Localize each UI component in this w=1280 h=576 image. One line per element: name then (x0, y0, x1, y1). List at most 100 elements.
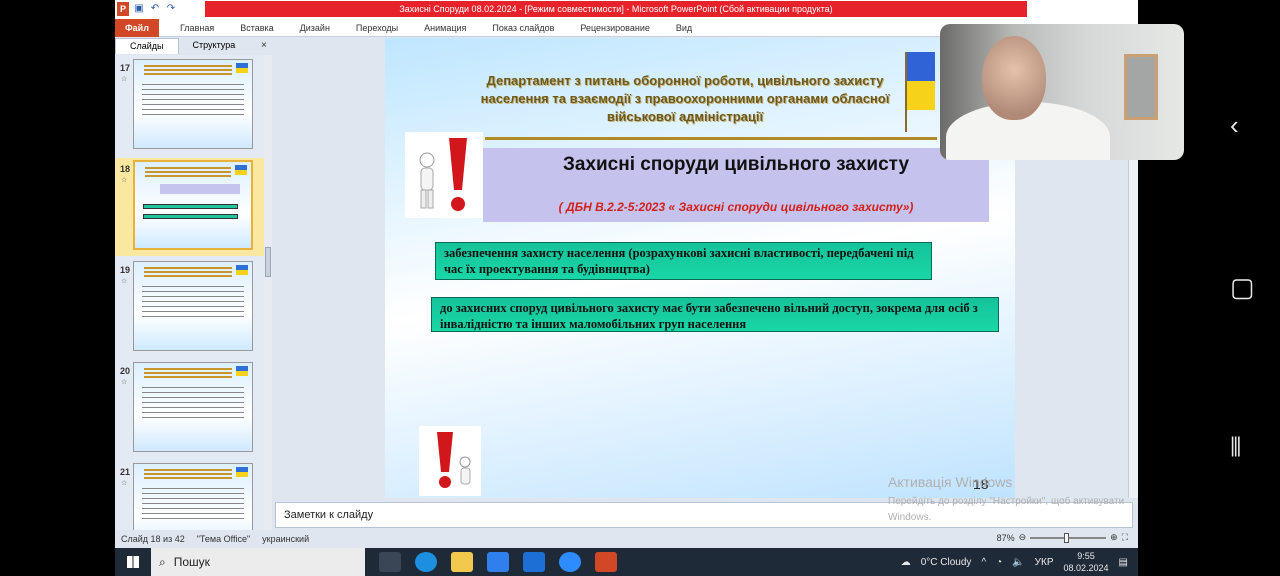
weather-icon[interactable]: ☁ (901, 557, 911, 568)
close-icon[interactable]: × (261, 40, 267, 51)
animation-star-icon: ☆ (121, 76, 128, 83)
edge-icon[interactable] (415, 552, 437, 572)
keyboard-language[interactable]: УКР (1035, 557, 1054, 568)
powerpoint-task-icon[interactable] (595, 552, 617, 572)
clock[interactable]: 9:55 08.02.2024 (1064, 550, 1109, 574)
flag-blue (907, 52, 935, 81)
exclamation-person-image (405, 132, 483, 218)
store-icon[interactable] (487, 552, 509, 572)
thumbnail-scrollbar[interactable] (264, 55, 272, 530)
zoom-slider[interactable] (1030, 532, 1107, 543)
windows-activation-watermark: Активація Windows Перейдіть до розділу "… (888, 474, 1128, 526)
current-slide[interactable]: Департамент з питань оборонної роботи, ц… (385, 38, 1015, 498)
animation-star-icon: ☆ (121, 480, 128, 487)
animation-star-icon: ☆ (121, 379, 128, 386)
weather-text[interactable]: 0°C Cloudy (921, 557, 972, 568)
tab-transitions[interactable]: Переходы (343, 23, 411, 33)
slide-subtitle: ( ДБН В.2.2-5:2023 « Захисні споруди цив… (558, 200, 914, 214)
picture-frame (1124, 54, 1158, 120)
chevron-up-icon[interactable]: ^ (981, 557, 986, 568)
text-box-access[interactable]: до захисних споруд цивільного захисту ма… (431, 297, 999, 332)
thumbnail-slide-19[interactable]: 19 ☆ (115, 259, 265, 357)
undo-icon[interactable]: ↶ (149, 2, 161, 16)
tab-view[interactable]: Вид (663, 23, 705, 33)
recents-icon[interactable]: ⦀ (1230, 432, 1241, 464)
search-label: Пошук (173, 555, 210, 569)
thumbnail-preview (133, 463, 253, 530)
task-view-icon[interactable] (379, 552, 401, 572)
slide-thumbnails: 17 ☆ 18 ☆ 19 ☆ 20 ☆ 21 ☆ (115, 55, 265, 530)
quick-access-toolbar: P ▣ ↶ ↷ (117, 2, 177, 16)
flag-icon (236, 467, 248, 477)
volume-icon[interactable]: 🔈 (1012, 557, 1024, 568)
windows-logo-icon (127, 556, 139, 568)
taskbar-search[interactable]: ⌕ Пошук (151, 548, 365, 576)
title-box[interactable]: Захисні споруди цивільного захисту ( ДБН… (483, 148, 989, 222)
flag-icon (236, 265, 248, 275)
flag-icon (236, 63, 248, 73)
thumbnail-heading (144, 469, 232, 471)
system-tray: ☁ 0°C Cloudy ^ ◔ 🔈 УКР 9:55 08.02.2024 ▤ (901, 548, 1128, 576)
tab-file[interactable]: Файл (115, 18, 159, 37)
slide-counter: Слайд 18 из 42 (121, 534, 185, 544)
letterbox-right (1138, 160, 1208, 576)
thumbnail-slide-18[interactable]: 18 ☆ (115, 158, 265, 256)
thumbnail-heading (144, 267, 232, 269)
windows-taskbar: ⌕ Пошук ☁ 0°C Cloudy ^ ◔ 🔈 УКР 9:55 08.0… (115, 548, 1138, 576)
search-icon: ⌕ (159, 554, 166, 569)
tab-design[interactable]: Дизайн (287, 23, 343, 33)
text-box-protection[interactable]: забезпечення захисту населення (розрахун… (435, 242, 932, 280)
ukraine-flag-icon (905, 52, 935, 132)
tab-outline[interactable]: Структура (179, 38, 250, 54)
thumbnail-text (142, 84, 244, 85)
thumbnail-green-box (143, 214, 238, 219)
save-icon[interactable]: ▣ (133, 2, 145, 16)
thumbnail-number: 20 (120, 366, 131, 376)
flag-yellow (907, 81, 935, 110)
back-icon[interactable]: ‹ (1230, 110, 1239, 141)
powerpoint-logo-icon: P (117, 2, 129, 16)
tab-slideshow[interactable]: Показ слайдов (479, 23, 567, 33)
tab-home[interactable]: Главная (167, 23, 227, 33)
thumbnail-slide-20[interactable]: 20 ☆ (115, 360, 265, 458)
thumbnail-number: 18 (120, 164, 131, 174)
tab-slides[interactable]: Слайды (115, 38, 179, 54)
start-button[interactable] (115, 548, 151, 576)
animation-star-icon: ☆ (121, 177, 128, 184)
thumbnail-number: 19 (120, 265, 131, 275)
thumbnail-text (142, 488, 244, 489)
department-heading: Департамент з питань оборонної роботи, ц… (480, 73, 890, 124)
tab-animation[interactable]: Анимация (411, 23, 479, 33)
zoom-slider-thumb[interactable] (1064, 532, 1070, 543)
theme-name: "Тема Office" (196, 534, 251, 544)
thumbnail-heading (145, 167, 231, 169)
flag-pole (905, 52, 907, 132)
thumbnail-heading (144, 65, 232, 67)
fit-slide-icon[interactable]: ⛶ (1122, 532, 1128, 543)
zoom-out-icon[interactable]: ⊖ (1019, 532, 1027, 543)
thumbnail-text (142, 286, 244, 287)
letterbox-left (0, 0, 115, 576)
zoom-in-icon[interactable]: ⊕ (1110, 532, 1118, 543)
notifications-icon[interactable]: ▤ (1119, 557, 1128, 568)
wifi-icon[interactable]: ◔ (996, 557, 1002, 568)
scrollbar-thumb[interactable] (265, 247, 271, 277)
thumbnail-heading (144, 368, 232, 370)
thumbnail-slide-17[interactable]: 17 ☆ (115, 57, 265, 155)
thumbnail-slide-21[interactable]: 21 ☆ (115, 461, 265, 530)
language: украинский (262, 534, 310, 544)
tab-insert[interactable]: Вставка (227, 23, 286, 33)
home-icon[interactable]: ▢ (1230, 272, 1255, 303)
status-bar: Слайд 18 из 42 "Тема Office" украинский (115, 530, 1138, 548)
webcam-overlay[interactable] (940, 24, 1184, 160)
activation-subtitle: Перейдіть до розділу "Настройки", щоб ак… (888, 496, 1125, 523)
android-nav-bar: ‹ ▢ ⦀ (1208, 0, 1280, 576)
zoom-app-icon[interactable] (559, 552, 581, 572)
tab-review[interactable]: Рецензирование (567, 23, 663, 33)
file-explorer-icon[interactable] (451, 552, 473, 572)
zoom-control: 87% ⊖ ⊕ ⛶ (997, 532, 1128, 543)
redo-icon[interactable]: ↷ (165, 2, 177, 16)
mail-icon[interactable] (523, 552, 545, 572)
taskbar-apps (379, 552, 617, 572)
animation-star-icon: ☆ (121, 278, 128, 285)
